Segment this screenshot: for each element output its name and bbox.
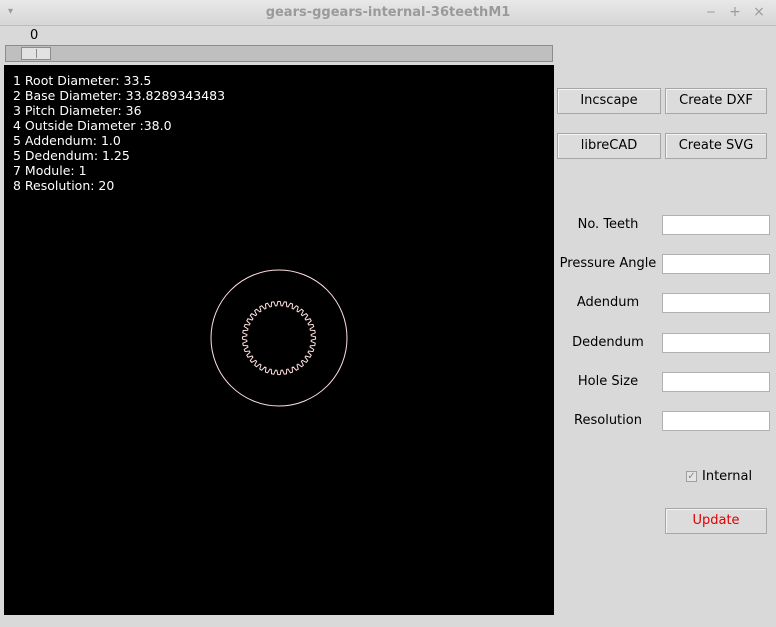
internal-checkbox-label: Internal xyxy=(702,469,753,484)
create-dxf-button[interactable]: Create DXF xyxy=(665,88,767,114)
librecad-button[interactable]: libreCAD xyxy=(557,133,661,159)
hole-size-label: Hole Size xyxy=(577,374,639,389)
dedendum-input[interactable] xyxy=(662,333,770,353)
info-line: 1 Root Diameter: 33.5 xyxy=(13,73,152,88)
title-bar: ▾ gears-ggears-internal-36teethM1 ‒ + × xyxy=(0,0,776,26)
update-button[interactable]: Update xyxy=(665,508,767,534)
slider-value-label: 0 xyxy=(30,28,39,43)
info-line: 3 Pitch Diameter: 36 xyxy=(13,103,142,118)
no-teeth-label: No. Teeth xyxy=(577,217,639,232)
gear-outer-ring xyxy=(210,269,348,407)
dedendum-label: Dedendum xyxy=(572,335,644,350)
info-line: 8 Resolution: 20 xyxy=(13,178,115,193)
pressure-angle-input[interactable] xyxy=(662,254,770,274)
internal-checkbox[interactable]: ✓ xyxy=(686,471,697,482)
gear-canvas[interactable]: 1 Root Diameter: 33.5 2 Base Diameter: 33… xyxy=(4,65,554,615)
hole-size-input[interactable] xyxy=(662,372,770,392)
info-line: 7 Module: 1 xyxy=(13,163,87,178)
window-title: gears-ggears-internal-36teethM1 xyxy=(265,5,511,20)
resolution-label: Resolution xyxy=(574,413,642,428)
adendum-label: Adendum xyxy=(576,295,640,310)
close-icon[interactable]: × xyxy=(751,4,767,20)
no-teeth-input[interactable] xyxy=(662,215,770,235)
adendum-input[interactable] xyxy=(662,293,770,313)
create-svg-button[interactable]: Create SVG xyxy=(665,133,767,159)
info-line: 4 Outside Diameter :38.0 xyxy=(13,118,172,133)
slider-thumb[interactable] xyxy=(21,47,51,60)
rotation-slider[interactable] xyxy=(5,45,553,62)
minimize-icon[interactable]: ‒ xyxy=(703,4,719,20)
info-line: 5 Dedendum: 1.25 xyxy=(13,148,130,163)
gear-info-block: 1 Root Diameter: 33.5 2 Base Diameter: 33… xyxy=(13,73,225,193)
pressure-angle-label: Pressure Angle xyxy=(559,256,657,271)
info-line: 5 Addendum: 1.0 xyxy=(13,133,121,148)
incscape-button[interactable]: Incscape xyxy=(557,88,661,114)
info-line: 2 Base Diameter: 33.8289343483 xyxy=(13,88,226,103)
resolution-input[interactable] xyxy=(662,411,770,431)
maximize-icon[interactable]: + xyxy=(727,4,743,20)
gear-teeth-profile xyxy=(241,300,317,376)
